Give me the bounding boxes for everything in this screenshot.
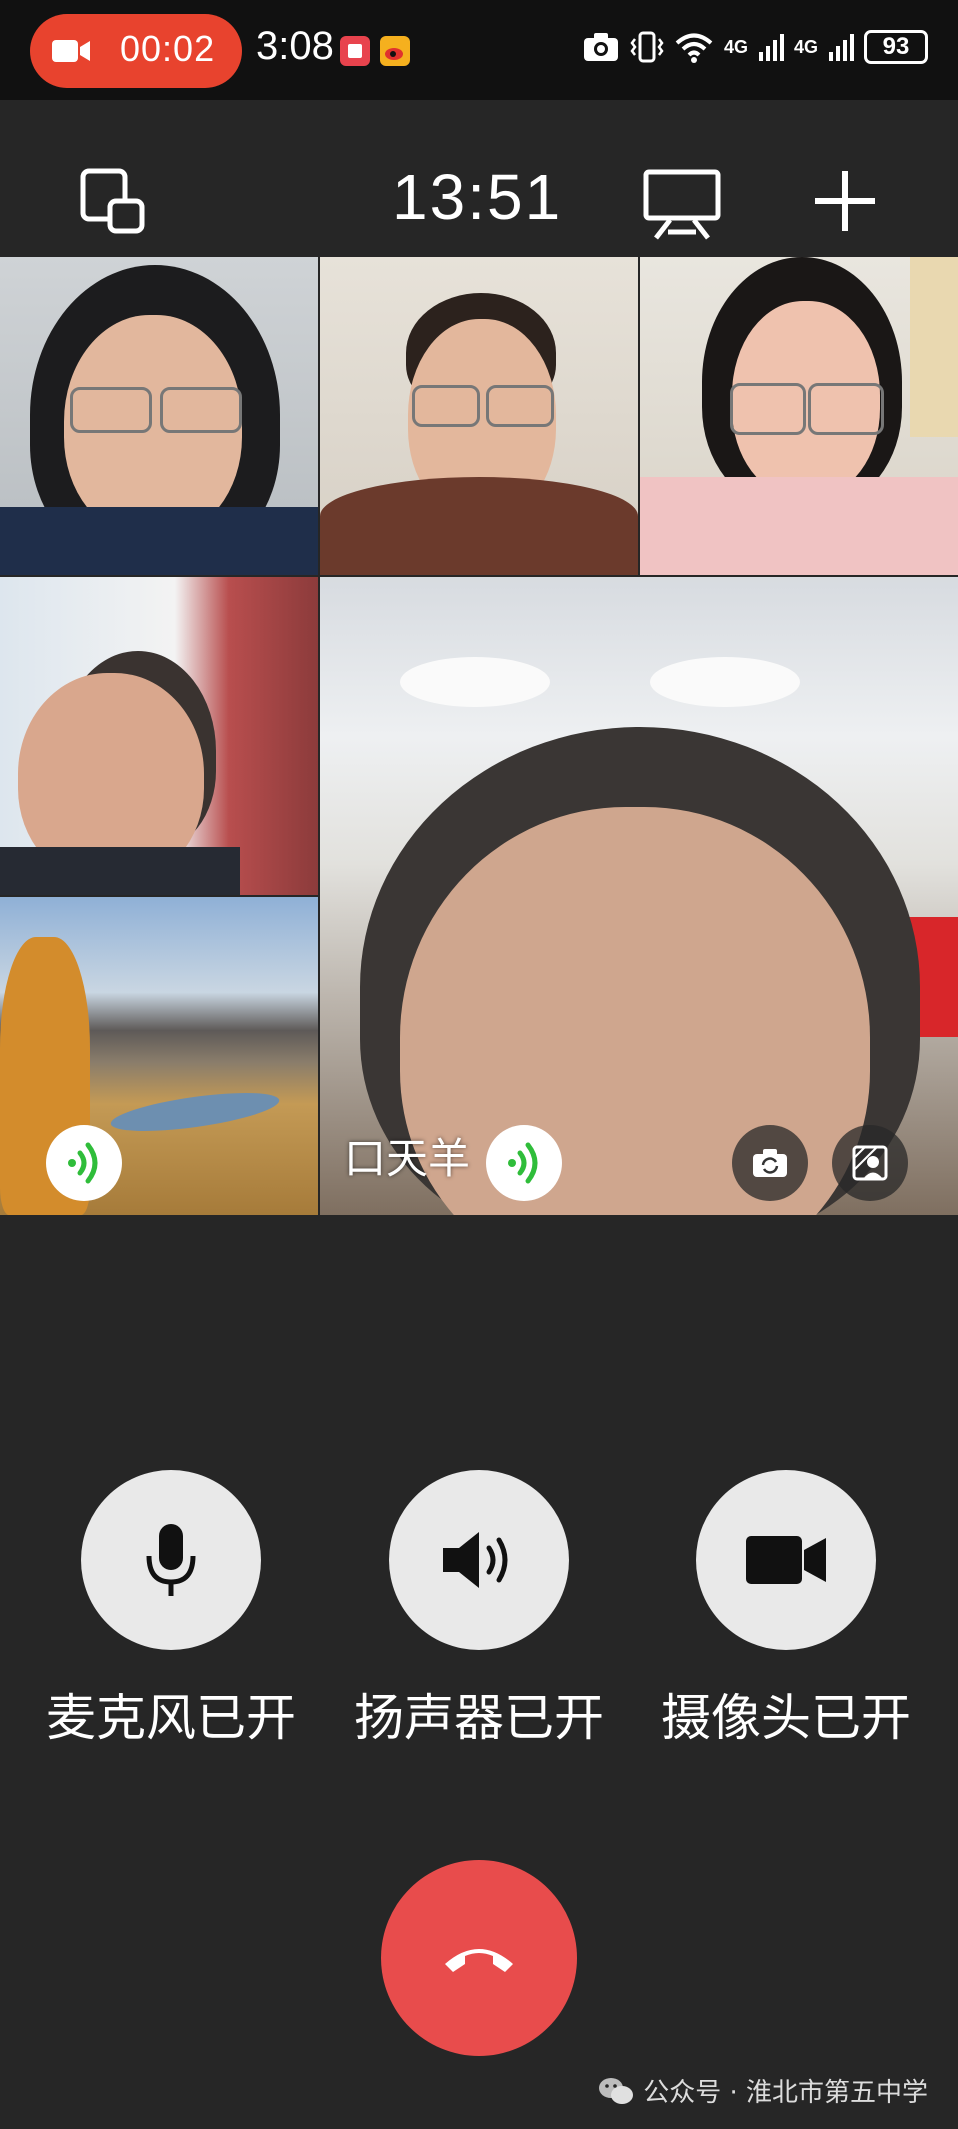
add-participant-button[interactable] xyxy=(812,168,878,238)
battery-indicator: 93 xyxy=(864,30,928,64)
weibo-icon xyxy=(380,36,410,66)
status-bar: 00:02 3:08 4G 4G 93 xyxy=(0,0,958,100)
participant-1-glasses-right xyxy=(160,387,242,433)
call-toolbar: 13:51 xyxy=(0,100,958,257)
background-blur-icon xyxy=(852,1145,888,1181)
participant-name: 口天羊 xyxy=(344,1134,471,1183)
switch-camera-button[interactable] xyxy=(732,1125,808,1201)
notification-app-icon xyxy=(340,36,370,66)
participant-2-glasses-right xyxy=(486,385,554,427)
vibrate-icon xyxy=(630,31,664,63)
camera-flip-icon xyxy=(753,1149,787,1177)
status-clock: 3:08 xyxy=(256,24,334,68)
screen-recording-indicator[interactable]: 00:02 xyxy=(30,14,242,88)
screen-share-button[interactable] xyxy=(642,168,722,244)
speaker-button[interactable] xyxy=(389,1470,569,1650)
video-camera-icon xyxy=(746,1536,826,1584)
speaker-label: 扬声器已开 xyxy=(354,1689,604,1747)
participant-5-river xyxy=(108,1085,282,1139)
participant-2-sweater xyxy=(320,477,638,575)
video-grid: 口天羊 xyxy=(0,257,958,1215)
video-camera-icon xyxy=(52,40,90,62)
network-type-1: 4G xyxy=(723,36,748,57)
participant-video-1[interactable] xyxy=(0,257,318,575)
camera-control[interactable]: 摄像头已开 xyxy=(636,1470,936,1750)
watermark-text: 公众号 · 淮北市第五中学 xyxy=(643,2078,928,2108)
participant-3-poster xyxy=(910,257,958,437)
virtual-background-button[interactable] xyxy=(832,1125,908,1201)
voice-wave-icon xyxy=(68,1142,98,1184)
speaker-icon xyxy=(443,1532,508,1588)
participant-1-shirt xyxy=(0,507,318,575)
network-type-2: 4G xyxy=(793,36,818,57)
phone-hangup-icon xyxy=(445,1949,513,1972)
participant-video-self[interactable]: 口天羊 xyxy=(320,577,958,1215)
participant-3-glasses-right xyxy=(808,383,884,435)
microphone-icon xyxy=(146,1524,196,1596)
speaking-indicator-self xyxy=(486,1125,562,1201)
speaker-control[interactable]: 扬声器已开 xyxy=(329,1470,629,1750)
hang-up-button[interactable] xyxy=(381,1860,577,2056)
participant-video-2[interactable] xyxy=(320,257,638,575)
voice-wave-icon xyxy=(508,1142,538,1184)
participant-1-glasses xyxy=(70,387,152,433)
camera-label: 摄像头已开 xyxy=(661,1689,911,1747)
status-icons: 4G 4G 93 xyxy=(582,30,928,64)
microphone-label: 麦克风已开 xyxy=(46,1689,296,1747)
watermark: 公众号 · 淮北市第五中学 xyxy=(597,2072,928,2109)
participant-video-4[interactable] xyxy=(0,577,318,895)
participant-3-sweater xyxy=(640,477,958,575)
minimize-window-button[interactable] xyxy=(80,168,146,238)
signal-icon-2 xyxy=(829,34,854,61)
wechat-icon xyxy=(599,2077,634,2104)
recording-time: 00:02 xyxy=(120,28,216,69)
call-duration: 13:51 xyxy=(392,161,563,233)
wifi-icon xyxy=(675,33,713,63)
microphone-button[interactable] xyxy=(81,1470,261,1650)
presentation-screen-icon xyxy=(643,169,721,240)
plus-icon xyxy=(815,171,875,231)
camera-button[interactable] xyxy=(696,1470,876,1650)
camera-icon xyxy=(583,33,618,61)
participant-2-glasses xyxy=(412,385,480,427)
self-ceiling-light-2 xyxy=(650,657,800,707)
signal-icon xyxy=(758,34,784,61)
speaking-indicator-5 xyxy=(46,1125,122,1201)
participant-4-jacket xyxy=(0,847,240,895)
participant-3-glasses xyxy=(730,383,806,435)
participant-video-5[interactable] xyxy=(0,897,318,1215)
participant-video-3[interactable] xyxy=(640,257,958,575)
floating-window-icon xyxy=(80,168,145,234)
microphone-control[interactable]: 麦克风已开 xyxy=(21,1470,321,1750)
self-ceiling-light-1 xyxy=(400,657,550,707)
